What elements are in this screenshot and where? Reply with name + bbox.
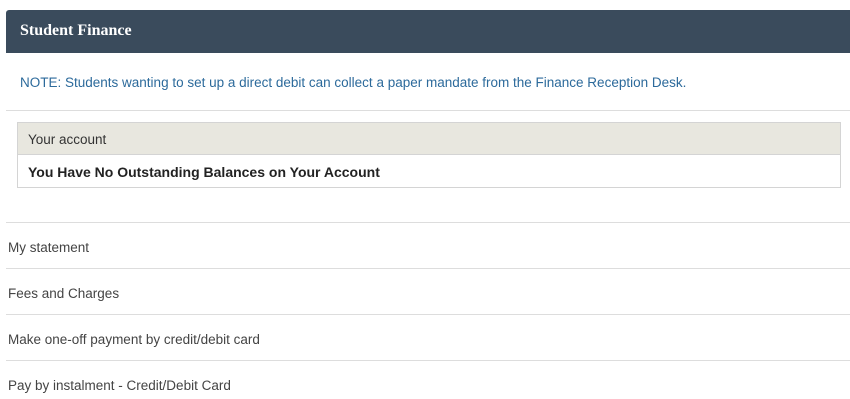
panel-title: Student Finance — [20, 22, 132, 39]
panel-header: Student Finance — [6, 10, 850, 53]
link-label: Make one-off payment by credit/debit car… — [8, 332, 260, 347]
divider — [6, 110, 850, 111]
link-my-statement[interactable]: My statement — [8, 225, 850, 269]
divider — [6, 314, 850, 315]
divider — [6, 222, 850, 223]
link-label: Pay by instalment - Credit/Debit Card — [8, 378, 231, 393]
student-finance-panel: Student Finance NOTE: Students wanting t… — [0, 0, 850, 399]
link-pay-by-instalment[interactable]: Pay by instalment - Credit/Debit Card — [8, 363, 850, 399]
direct-debit-note: NOTE: Students wanting to set up a direc… — [20, 75, 687, 90]
divider — [6, 268, 850, 269]
account-header-label: Your account — [28, 132, 107, 147]
account-summary-table: Your account You Have No Outstanding Bal… — [17, 122, 841, 188]
link-one-off-payment[interactable]: Make one-off payment by credit/debit car… — [8, 317, 850, 361]
link-label: My statement — [8, 240, 90, 255]
link-label: Fees and Charges — [8, 286, 120, 301]
account-balance-status: You Have No Outstanding Balances on Your… — [28, 164, 380, 180]
divider — [6, 360, 850, 361]
link-fees-and-charges[interactable]: Fees and Charges — [8, 271, 850, 315]
account-table-header: Your account — [18, 123, 840, 155]
